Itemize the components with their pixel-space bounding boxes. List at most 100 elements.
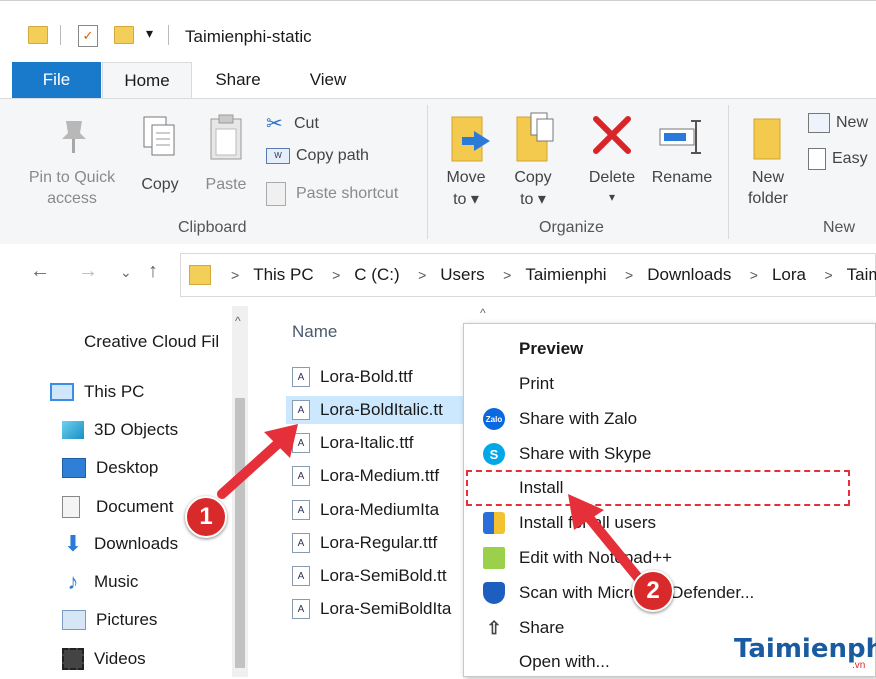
rename-label: Rename xyxy=(651,169,713,186)
new-item-icon xyxy=(808,113,830,133)
delete-dropdown-icon[interactable]: ▾ xyxy=(580,187,644,208)
font-file-icon: A xyxy=(292,566,310,586)
copy-label: Copy xyxy=(141,176,179,193)
tab-file[interactable]: File xyxy=(12,62,101,98)
nav-item-creative-cloud[interactable]: Creative Cloud Fil xyxy=(84,332,219,352)
delete-button[interactable]: Delete ▾ xyxy=(580,105,644,215)
nav-label: Pictures xyxy=(96,610,158,629)
breadcrumb[interactable]: > This PC > C (C:) > Users > Taimienphi > Dow… xyxy=(180,253,876,297)
pin-icon xyxy=(62,121,86,153)
column-header-name[interactable]: Name xyxy=(292,322,337,342)
file-row[interactable]: A Lora-Medium.ttf xyxy=(292,462,439,490)
notepad-plus-icon xyxy=(483,547,505,569)
file-name: Lora-Medium.ttf xyxy=(320,466,440,485)
font-file-icon: A xyxy=(292,466,310,486)
file-row[interactable]: A Lora-Italic.ttf xyxy=(292,429,414,457)
copy-button[interactable]: Copy xyxy=(132,105,188,213)
menu-item-install-all-users[interactable]: Install for all users xyxy=(464,506,874,540)
nav-label: Desktop xyxy=(96,458,159,477)
cube-icon xyxy=(62,421,84,439)
menu-label: Open with... xyxy=(519,652,610,671)
breadcrumb-item[interactable]: Taimienphi xyxy=(525,265,606,284)
copy-to-label-2: to ▾ xyxy=(520,191,546,208)
up-arrow-icon[interactable]: ↑ xyxy=(148,260,158,283)
copy-to-button[interactable]: Copy to ▾ xyxy=(503,105,563,215)
nav-item-pictures[interactable]: Pictures xyxy=(62,610,157,630)
copy-to-label-1: Copy xyxy=(514,169,552,186)
file-row-selected[interactable]: A Lora-BoldItalic.tt xyxy=(286,396,476,424)
move-to-label-2: to ▾ xyxy=(453,191,479,208)
nav-item-desktop[interactable]: Desktop xyxy=(62,458,158,478)
move-folder-icon xyxy=(451,116,490,162)
breadcrumb-item[interactable]: Downloads xyxy=(647,265,731,284)
nav-label: 3D Objects xyxy=(94,420,179,439)
nav-item-this-pc[interactable]: This PC xyxy=(50,382,144,402)
customize-qat-icon[interactable]: ▾ xyxy=(146,25,153,42)
new-item-button[interactable]: New xyxy=(808,113,868,133)
breadcrumb-item[interactable]: Lora xyxy=(772,265,806,284)
easy-access-button[interactable]: Easy xyxy=(808,148,868,170)
group-divider xyxy=(427,105,428,239)
logo-suffix: .vn xyxy=(852,660,866,671)
file-row[interactable]: A Lora-Regular.ttf xyxy=(292,529,437,557)
share-icon: ⇧ xyxy=(486,617,502,638)
recent-locations-icon[interactable]: ⌄ xyxy=(120,264,132,281)
clipboard-icon xyxy=(210,114,242,160)
font-file-icon: A xyxy=(292,433,310,453)
file-name: Lora-MediumIta xyxy=(320,500,440,519)
nav-item-downloads[interactable]: ⬇ Downloads xyxy=(62,533,178,555)
folder-icon xyxy=(189,265,211,285)
tab-share[interactable]: Share xyxy=(196,62,280,98)
properties-icon[interactable]: ✓ xyxy=(78,25,98,47)
tab-home[interactable]: Home xyxy=(102,62,192,99)
nav-item-music[interactable]: ♪ Music xyxy=(62,571,139,593)
file-row[interactable]: A Lora-SemiBoldIta xyxy=(292,595,451,623)
paste-shortcut-icon xyxy=(266,182,286,206)
file-row[interactable]: A Lora-SemiBold.tt xyxy=(292,562,447,590)
breadcrumb-item[interactable]: Taimi xyxy=(847,265,876,284)
group-divider xyxy=(728,105,729,239)
move-to-button[interactable]: Move to ▾ xyxy=(436,105,496,215)
nav-scrollbar[interactable]: ^ xyxy=(232,306,248,677)
zalo-icon: Zalo xyxy=(483,408,505,430)
file-row[interactable]: A Lora-MediumIta xyxy=(292,496,439,524)
clipboard-group-label: Clipboard xyxy=(178,219,247,236)
taimienphi-logo: Taimienphi .vn xyxy=(734,634,876,671)
font-file-icon: A xyxy=(292,367,310,387)
navigation-pane: Creative Cloud Fil This PC 3D Objects De… xyxy=(0,306,248,677)
rename-button[interactable]: Rename xyxy=(646,105,718,215)
copy-path-button[interactable]: W Copy path xyxy=(266,147,369,165)
scroll-thumb[interactable] xyxy=(235,398,245,668)
back-arrow-icon[interactable]: ← xyxy=(30,260,50,283)
paste-shortcut-label: Paste shortcut xyxy=(296,185,399,202)
breadcrumb-item[interactable]: C (C:) xyxy=(354,265,399,284)
font-file-icon: A xyxy=(292,533,310,553)
ribbon: Pin to Quick access Copy Paste ✂ Cut W C… xyxy=(0,98,876,245)
breadcrumb-item[interactable]: This PC xyxy=(253,265,313,284)
menu-item-share-zalo[interactable]: Zalo Share with Zalo xyxy=(464,402,874,436)
file-name: Lora-BoldItalic.tt xyxy=(320,400,443,419)
title-bar: ✓ ▾ Taimienphi-static xyxy=(0,0,876,63)
menu-item-edit-notepad[interactable]: Edit with Notepad++ xyxy=(464,541,874,575)
paste-shortcut-button[interactable]: Paste shortcut xyxy=(266,182,398,206)
new-folder-icon[interactable] xyxy=(114,26,134,44)
menu-item-share-skype[interactable]: S Share with Skype xyxy=(464,437,874,471)
pin-to-quick-access-button[interactable]: Pin to Quick access xyxy=(20,105,124,213)
nav-item-documents[interactable]: Document xyxy=(62,496,173,518)
nav-item-3d-objects[interactable]: 3D Objects xyxy=(62,420,178,440)
delete-label: Delete xyxy=(588,169,636,186)
folder-icon xyxy=(28,26,48,44)
forward-arrow-icon[interactable]: → xyxy=(78,260,98,283)
scroll-up-icon[interactable]: ^ xyxy=(235,314,241,328)
tab-view[interactable]: View xyxy=(286,62,370,98)
file-row[interactable]: A Lora-Bold.ttf xyxy=(292,363,413,391)
cut-button[interactable]: ✂ Cut xyxy=(266,111,319,136)
menu-item-print[interactable]: Print xyxy=(464,367,874,401)
new-folder-button[interactable]: New folder xyxy=(736,105,800,215)
nav-item-videos[interactable]: Videos xyxy=(62,648,146,670)
paste-label: Paste xyxy=(205,176,247,193)
install-highlight-box xyxy=(466,470,850,506)
breadcrumb-item[interactable]: Users xyxy=(440,265,484,284)
paste-button[interactable]: Paste xyxy=(196,105,256,213)
menu-item-preview[interactable]: Preview xyxy=(464,332,874,366)
